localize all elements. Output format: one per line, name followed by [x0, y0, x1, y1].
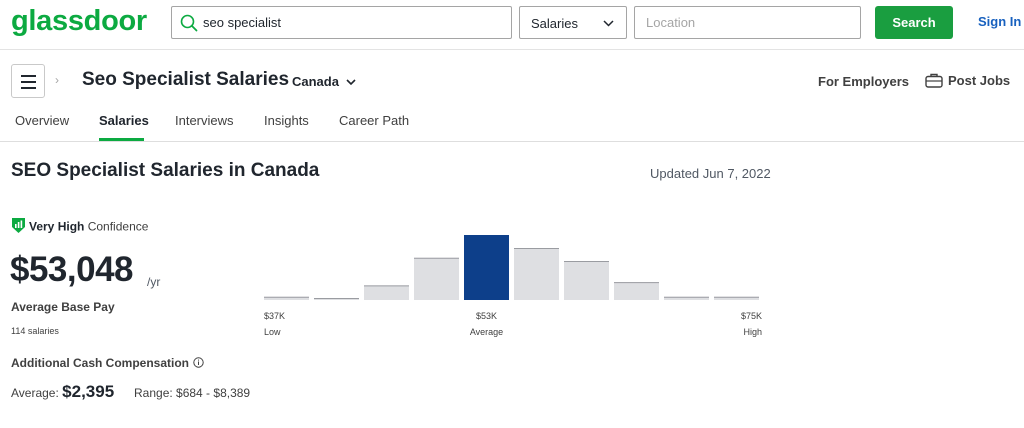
search-button[interactable]: Search: [875, 6, 953, 39]
tab-overview[interactable]: Overview: [15, 113, 69, 128]
chevron-right-icon: ›: [55, 73, 59, 87]
info-icon[interactable]: [193, 357, 204, 369]
post-jobs-link[interactable]: Post Jobs: [925, 73, 1010, 89]
tick-value-label: $37K: [264, 311, 285, 321]
category-select-value: Salaries: [531, 16, 578, 31]
additional-range: Range: $684 - $8,389: [134, 386, 251, 400]
page-title: Seo Specialist Salaries: [82, 69, 290, 90]
sign-in-link[interactable]: Sign In: [978, 14, 1021, 29]
confidence-level: Very High: [29, 219, 85, 234]
average-salary-amount: $53,048: [10, 250, 134, 289]
confidence-text: Confidence: [87, 219, 149, 234]
tick-sub-label: Average: [470, 327, 503, 337]
confidence-indicator: Very High Confidence: [11, 218, 149, 236]
histogram-bar-top-edge: [514, 248, 559, 249]
histogram-bar-top-edge: [714, 296, 759, 298]
category-select[interactable]: Salaries: [519, 6, 627, 39]
histogram-bar[interactable]: [614, 282, 659, 300]
keyword-search-box[interactable]: [171, 6, 512, 39]
average-base-pay-label: Average Base Pay: [11, 300, 115, 314]
additional-cash-text: Additional Cash Compensation: [11, 356, 190, 370]
histogram-bar-top-edge: [314, 298, 359, 299]
tick-sub-label: High: [743, 327, 762, 337]
histogram-bar-average[interactable]: [464, 235, 509, 300]
histogram-bar[interactable]: [364, 285, 409, 300]
briefcase-icon: [925, 73, 943, 88]
histogram-bar-top-edge: [564, 261, 609, 262]
tick-value-label: $75K: [741, 311, 762, 321]
histogram-bar[interactable]: [414, 257, 459, 300]
salary-distribution-chart: $37K Low $53K Average $75K High: [264, 235, 762, 337]
country-selector[interactable]: Canada: [292, 74, 356, 89]
search-icon: [180, 14, 198, 32]
salary-heading: SEO Specialist Salaries in Canada: [11, 160, 320, 181]
location-input[interactable]: [646, 12, 846, 33]
additional-average-value: $2,395: [62, 382, 115, 401]
country-label: Canada: [292, 74, 339, 89]
chevron-down-icon: [603, 20, 614, 27]
salaries-count: 114 salaries: [11, 326, 59, 336]
glassdoor-logo[interactable]: glassdoor: [11, 5, 147, 38]
keyword-search-input[interactable]: [203, 12, 503, 33]
histogram-bar-top-edge: [414, 257, 459, 259]
shield-chart-icon: [12, 218, 25, 233]
histogram-bar[interactable]: [514, 248, 559, 300]
for-employers-link[interactable]: For Employers: [818, 74, 909, 89]
chevron-down-icon: [346, 79, 356, 86]
menu-button[interactable]: [11, 64, 45, 98]
tick-sub-label: Low: [264, 327, 281, 337]
histogram-bar-top-edge: [664, 296, 709, 298]
active-tab-indicator: [99, 138, 144, 141]
hamburger-line: [21, 81, 36, 83]
histogram-bar-top-edge: [614, 282, 659, 284]
tab-career-path[interactable]: Career Path: [339, 113, 409, 128]
location-search-box[interactable]: [634, 6, 861, 39]
post-jobs-label: Post Jobs: [948, 73, 1011, 88]
section-tabs: Overview Salaries Interviews Insights Ca…: [0, 100, 1024, 142]
histogram-bar-top-edge: [364, 285, 409, 287]
hamburger-line: [21, 75, 36, 77]
tab-salaries[interactable]: Salaries: [99, 113, 149, 128]
histogram-bar-top-edge: [264, 296, 309, 298]
top-nav-bar: glassdoor Salaries Search Sign In: [0, 0, 1024, 50]
histogram-bar[interactable]: [564, 261, 609, 300]
additional-average-prefix: Average:: [11, 386, 59, 400]
hamburger-line: [21, 87, 36, 89]
additional-cash-label: Additional Cash Compensation: [11, 356, 204, 370]
tick-value-label: $53K: [476, 311, 497, 321]
tab-interviews[interactable]: Interviews: [175, 113, 234, 128]
tab-insights[interactable]: Insights: [264, 113, 309, 128]
updated-date: Updated Jun 7, 2022: [650, 166, 771, 181]
additional-average: Average: $2,395: [11, 382, 114, 402]
salary-period: /yr: [147, 275, 161, 289]
